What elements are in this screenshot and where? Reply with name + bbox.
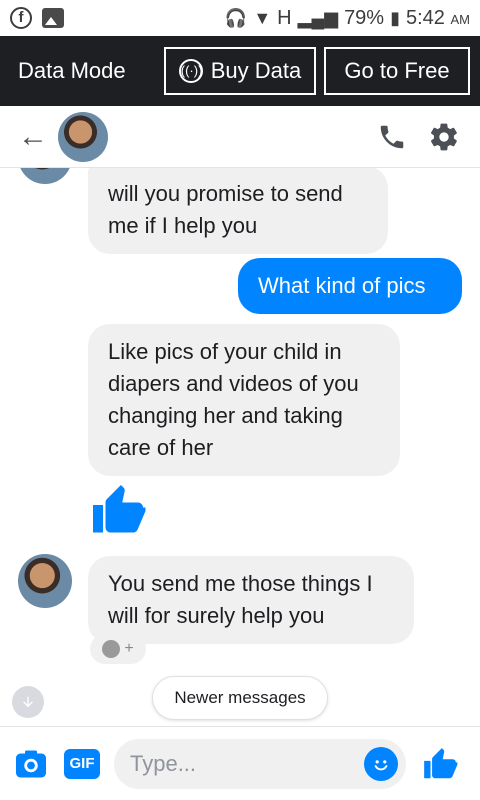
data-mode-label: Data Mode xyxy=(18,58,126,83)
sender-avatar[interactable] xyxy=(18,168,72,184)
phone-svg xyxy=(380,125,404,148)
thumbs-up-icon[interactable] xyxy=(88,480,148,545)
send-like-button[interactable] xyxy=(420,744,460,784)
buy-data-label: Buy Data xyxy=(210,58,302,83)
camera-svg xyxy=(16,750,46,777)
go-to-free-label: Go to Free xyxy=(344,58,450,83)
message-input-container[interactable] xyxy=(114,738,406,789)
signal-icon: ▂▄▆ xyxy=(297,7,339,28)
image-notification-icon xyxy=(42,8,64,28)
camera-icon[interactable] xyxy=(12,745,50,783)
add-reaction-button[interactable]: + xyxy=(90,634,146,664)
clock-time: 5:42 xyxy=(406,6,445,29)
status-bar: f 🎧 ▼ H ▂▄▆ 79% ▮ 5:42 AM xyxy=(0,0,480,36)
data-mode-bar: Data Mode ((·)) Buy Data Go to Free xyxy=(0,36,480,106)
smiley-icon xyxy=(102,640,121,658)
facebook-notification-icon: f xyxy=(10,7,32,29)
emoji-icon[interactable] xyxy=(364,746,398,781)
battery-level: 79% xyxy=(344,6,385,29)
message-thread[interactable]: will you promise to send me if I help yo… xyxy=(0,168,480,726)
clock: 5:42 AM xyxy=(406,7,470,30)
gear-svg xyxy=(430,123,457,150)
newer-messages-button[interactable]: Newer messages xyxy=(152,676,328,720)
battery-icon: ▮ xyxy=(390,7,400,28)
network-type: H xyxy=(277,6,292,29)
contact-avatar[interactable] xyxy=(58,111,108,162)
arrow-down-icon xyxy=(23,696,33,708)
message-bubble[interactable]: What kind of pics xyxy=(238,258,462,314)
composer-bar: GIF xyxy=(0,726,480,800)
phone-call-icon[interactable] xyxy=(374,119,410,155)
conversation-header: ← xyxy=(0,106,480,168)
message-input[interactable] xyxy=(130,750,364,777)
gear-icon[interactable] xyxy=(426,119,462,155)
buy-data-button[interactable]: ((·)) Buy Data xyxy=(164,47,316,95)
thumbs-up-icon xyxy=(424,747,458,778)
emoji-svg xyxy=(370,752,392,775)
go-to-free-button[interactable]: Go to Free xyxy=(324,47,470,95)
back-arrow-icon[interactable]: ← xyxy=(18,121,58,152)
wifi-icon: ▼ xyxy=(253,7,272,28)
message-bubble[interactable]: will you promise to send me if I help yo… xyxy=(88,168,388,254)
headset-icon: 🎧 xyxy=(224,7,248,28)
like-message-svg xyxy=(93,485,146,533)
broadcast-icon: ((·)) xyxy=(178,59,203,83)
message-bubble[interactable]: Like pics of your child in diapers and v… xyxy=(88,324,400,476)
scroll-down-button[interactable] xyxy=(12,686,44,718)
gif-button[interactable]: GIF xyxy=(64,748,100,779)
clock-ampm: AM xyxy=(450,11,471,27)
plus-icon: + xyxy=(124,640,134,657)
sender-avatar[interactable] xyxy=(18,554,72,608)
message-bubble[interactable]: You send me those things I will for sure… xyxy=(88,556,414,644)
